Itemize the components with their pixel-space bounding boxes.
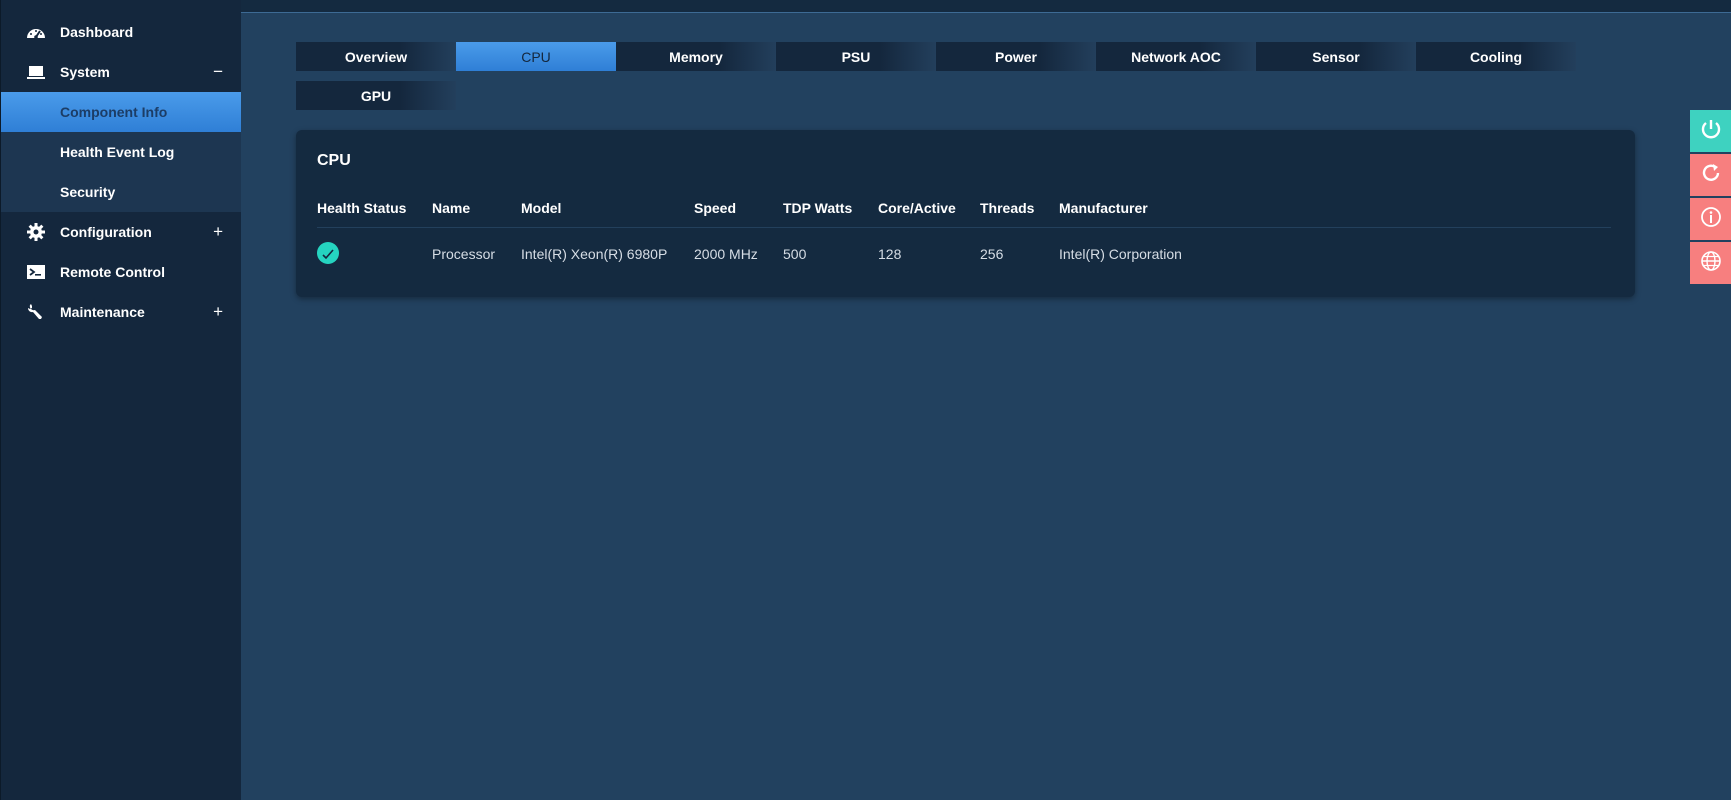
sidebar-item-label: Dashboard: [60, 24, 134, 40]
component-tabs: Overview CPU Memory PSU Power Network AO…: [296, 42, 1586, 110]
table-row: Processor Intel(R) Xeon(R) 6980P 2000 MH…: [317, 242, 1611, 272]
tab-memory[interactable]: Memory: [616, 42, 776, 71]
cell-core-active: 128: [878, 246, 902, 262]
top-bar: [241, 0, 1731, 13]
sidebar-item-health-event-log[interactable]: Health Event Log: [1, 132, 241, 172]
gear-icon: [25, 222, 47, 242]
cpu-panel: CPU Health Status Name Model Speed TDP W…: [296, 130, 1635, 297]
quick-actions: [1690, 110, 1731, 286]
column-header-speed: Speed: [694, 200, 737, 216]
tab-psu[interactable]: PSU: [776, 42, 936, 71]
refresh-icon: [1700, 162, 1722, 189]
expand-toggle[interactable]: +: [213, 302, 223, 322]
collapse-toggle[interactable]: −: [213, 62, 223, 82]
sidebar-item-maintenance[interactable]: Maintenance +: [1, 292, 241, 332]
column-header-model: Model: [521, 200, 562, 216]
column-header-threads: Threads: [980, 200, 1035, 216]
cell-name: Processor: [432, 246, 496, 262]
sidebar-item-remote-control[interactable]: Remote Control: [1, 252, 241, 292]
tab-cooling[interactable]: Cooling: [1416, 42, 1576, 71]
sidebar-item-component-info[interactable]: Component Info: [1, 92, 241, 132]
cell-manufacturer: Intel(R) Corporation: [1059, 246, 1182, 262]
tab-gpu[interactable]: GPU: [296, 81, 456, 110]
tab-sensor[interactable]: Sensor: [1256, 42, 1416, 71]
sidebar-item-configuration[interactable]: Configuration +: [1, 212, 241, 252]
sidebar-item-system[interactable]: System −: [1, 52, 241, 92]
tab-power[interactable]: Power: [936, 42, 1096, 71]
sidebar-item-label: System: [60, 64, 110, 80]
expand-toggle[interactable]: +: [213, 222, 223, 242]
laptop-icon: [25, 62, 47, 82]
power-button[interactable]: [1690, 110, 1731, 152]
column-header-core-active: Core/Active: [878, 200, 956, 216]
sidebar-item-label: Configuration: [60, 224, 152, 240]
column-header-name: Name: [432, 200, 471, 216]
health-ok-icon: [317, 242, 339, 264]
globe-icon: [1700, 250, 1722, 277]
cell-tdp-watts: 500: [783, 246, 807, 262]
column-header-manufacturer: Manufacturer: [1059, 200, 1148, 216]
cell-threads: 256: [980, 246, 1004, 262]
info-button[interactable]: [1690, 198, 1731, 240]
column-header-health-status: Health Status: [317, 200, 407, 216]
tab-cpu[interactable]: CPU: [456, 42, 616, 71]
table-header: Health Status Name Model Speed TDP Watts…: [317, 200, 1611, 228]
column-header-tdp-watts: TDP Watts: [783, 200, 853, 216]
cell-model: Intel(R) Xeon(R) 6980P: [521, 246, 668, 262]
cell-speed: 2000 MHz: [694, 246, 758, 262]
language-button[interactable]: [1690, 242, 1731, 284]
power-icon: [1700, 118, 1722, 145]
panel-title: CPU: [317, 152, 351, 169]
sidebar-item-security[interactable]: Security: [1, 172, 241, 212]
tab-network-aoc[interactable]: Network AOC: [1096, 42, 1256, 71]
terminal-icon: [25, 262, 47, 282]
dashboard-gauge-icon: [25, 22, 47, 42]
system-subnav: Component Info Health Event Log Security: [1, 92, 241, 212]
sidebar-item-dashboard[interactable]: Dashboard: [1, 12, 241, 52]
tab-overview[interactable]: Overview: [296, 42, 456, 71]
wrench-icon: [25, 302, 47, 322]
sidebar: Dashboard System − Component Info Health…: [0, 0, 241, 800]
info-icon: [1700, 206, 1722, 233]
sidebar-item-label: Remote Control: [60, 264, 165, 280]
sidebar-item-label: Maintenance: [60, 304, 145, 320]
refresh-button[interactable]: [1690, 154, 1731, 196]
